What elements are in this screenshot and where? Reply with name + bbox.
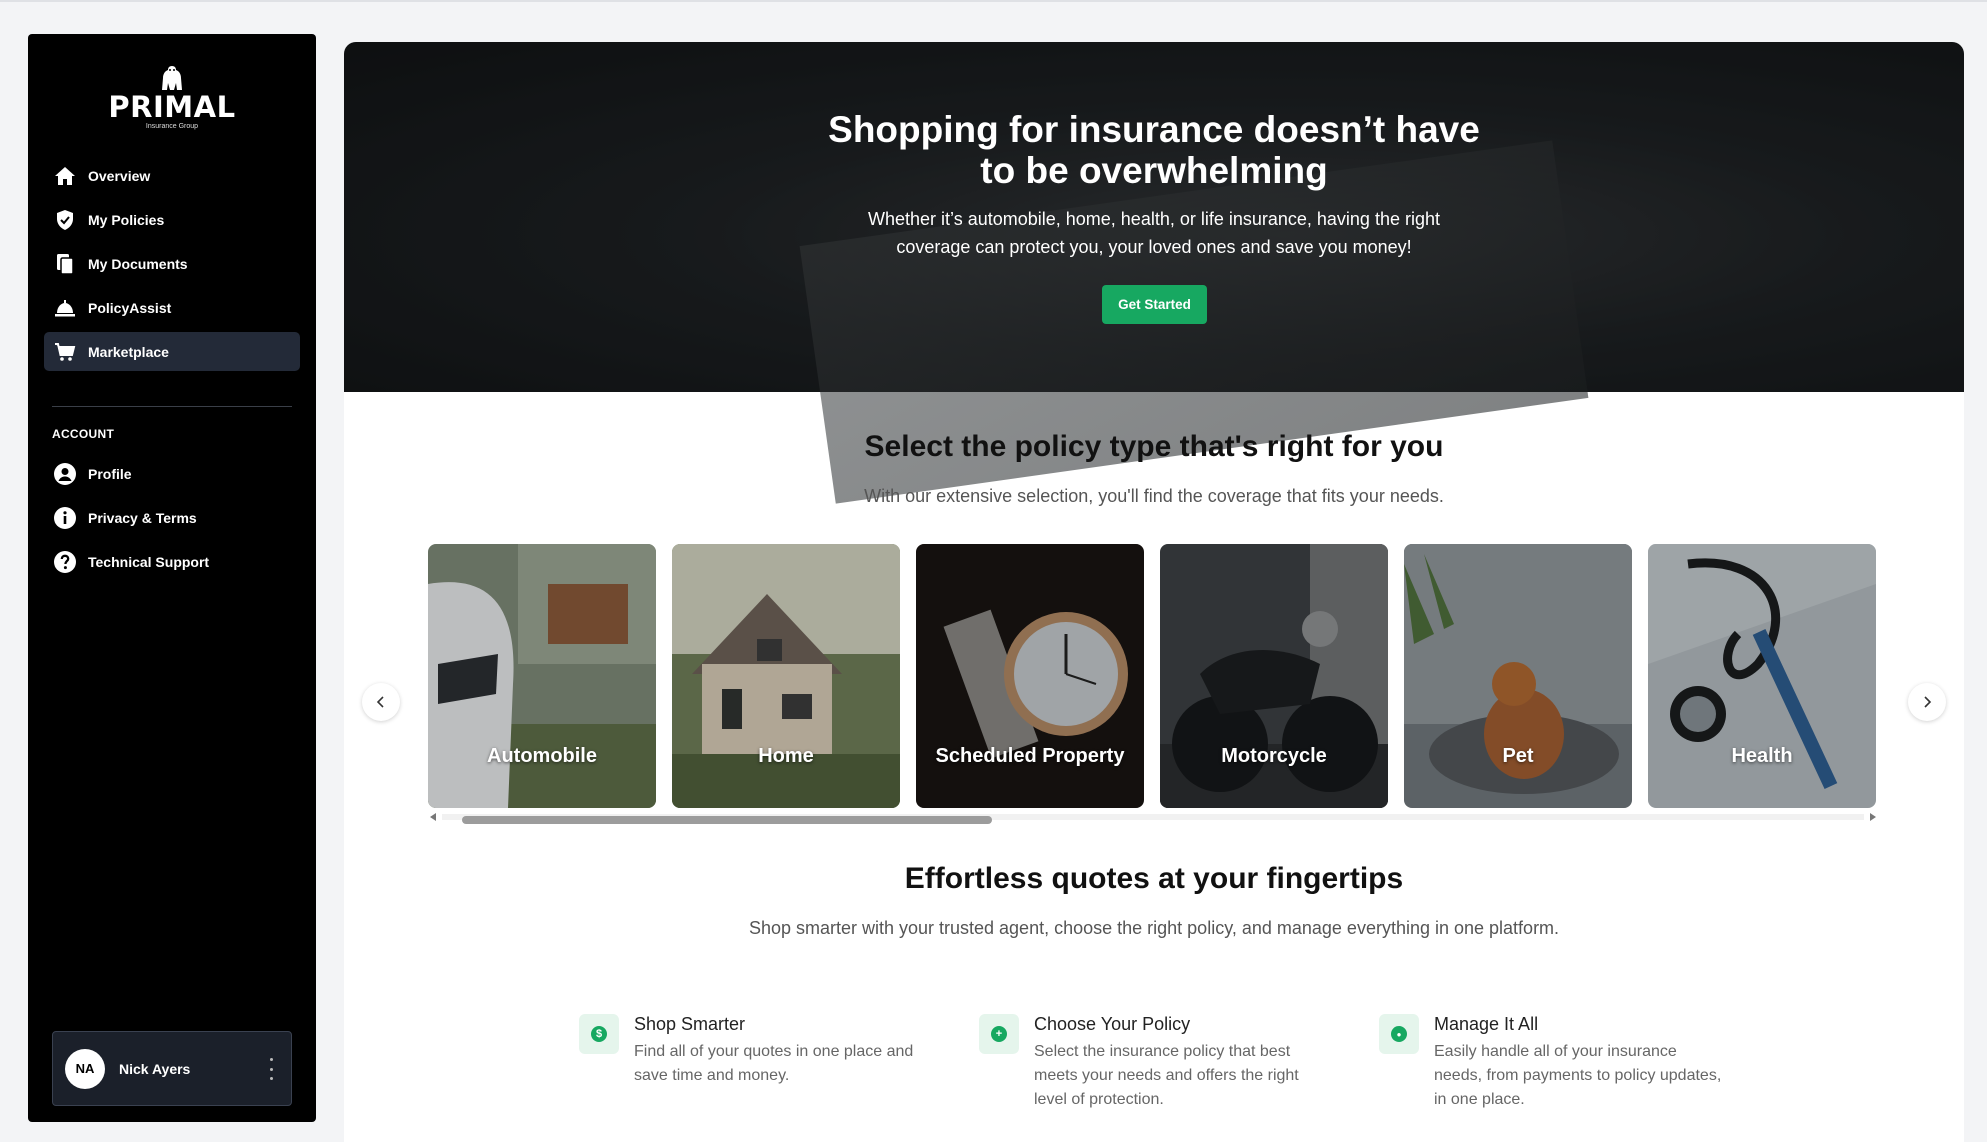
nav-item-overview[interactable]: Overview [44,156,300,195]
nav-label: My Policies [88,211,165,228]
more-options-icon[interactable] [265,1058,277,1080]
service-bell-icon [52,295,78,321]
feature-title: Shop Smarter [634,1014,746,1034]
nav-item-privacy-terms[interactable]: Privacy & Terms [44,498,300,537]
sidebar-divider [52,406,292,407]
get-started-button[interactable]: Get Started [1102,285,1207,324]
account-nav: Profile Privacy & Terms Technical Suppor… [44,454,300,586]
carousel-prev-button[interactable] [362,683,400,721]
home-image [672,544,900,808]
feature-icon-glyph: $ [591,1026,607,1042]
nav-label: Privacy & Terms [88,509,197,526]
policy-section-title: Select the policy type that's right for … [864,430,1444,463]
hero-title-line: to be overwhelming [980,150,1328,191]
user-icon: ● [1379,1014,1419,1054]
policy-card-health[interactable]: Health [1648,544,1876,808]
motorcycle-image [1160,544,1388,808]
feature-icon-glyph: ● [1391,1026,1407,1042]
sidebar: PRIMAL Insurance Group Overview My Polic… [28,34,316,1122]
policy-card-motorcycle[interactable]: Motorcycle [1160,544,1388,808]
feature-title: Choose Your Policy [1034,1014,1191,1034]
shield-icon [52,207,78,233]
automobile-image [428,544,656,808]
account-section-title: ACCOUNT [52,427,115,441]
help-icon [52,549,78,575]
nav-label: My Documents [88,255,188,272]
hero-banner: Shopping for insurance doesn’t have to b… [344,42,1964,504]
feature-description: Easily handle all of your insurance need… [1434,1043,1722,1108]
nav-item-policyassist[interactable]: PolicyAssist [44,288,300,327]
nav-label: Overview [88,167,151,184]
nav-item-my-policies[interactable]: My Policies [44,200,300,239]
nav-label: PolicyAssist [88,299,172,316]
chevron-right-icon [1924,696,1932,708]
avatar: NA [65,1048,105,1089]
scrollbar-track [442,814,1864,824]
home-icon [52,163,78,189]
card-label: Automobile [487,745,597,767]
user-name: Nick Ayers [119,1060,191,1077]
user-card[interactable]: NA Nick Ayers [52,1031,292,1106]
window-top-border [0,0,1987,2]
hero-subtitle-line: Whether it’s automobile, home, health, o… [868,209,1440,229]
hero-title-line: Shopping for insurance doesn’t have [828,109,1480,150]
nav-label: Marketplace [88,343,169,360]
main-nav: Overview My Policies My Documents Policy… [44,156,300,376]
user-circle-icon [52,461,78,487]
nav-label: Technical Support [88,553,210,570]
feature-icon-glyph: + [991,1026,1007,1042]
policy-card-pet[interactable]: Pet [1404,544,1632,808]
carousel-next-button[interactable] [1908,683,1946,721]
info-icon [52,505,78,531]
hero-subtitle-line: coverage can protect you, your loved one… [896,237,1412,257]
policy-carousel: Automobile Home Scheduled Property Motor… [428,544,1878,808]
quotes-section-title: Effortless quotes at your fingertips [904,862,1404,895]
main-content: Shopping for insurance doesn’t have to b… [344,42,1964,1142]
scrollbar-thumb[interactable] [462,816,992,824]
feature-description: Find all of your quotes in one place and… [634,1043,914,1084]
brand-tagline: Insurance Group [145,123,199,130]
card-label: Health [1731,745,1793,767]
brand-logo[interactable]: PRIMAL Insurance Group [28,64,316,132]
hero-subtitle: Whether it’s automobile, home, health, o… [344,205,1964,261]
nav-label: Profile [88,465,132,482]
card-label: Pet [1502,745,1534,767]
scroll-left-arrow-icon[interactable] [430,813,436,821]
dollar-icon: $ [579,1014,619,1054]
nav-item-technical-support[interactable]: Technical Support [44,542,300,581]
card-label: Home [758,745,814,767]
watch-image [916,544,1144,808]
nav-item-marketplace[interactable]: Marketplace [44,332,300,371]
documents-icon [52,251,78,277]
card-label: Scheduled Property [935,745,1125,767]
pet-image [1404,544,1632,808]
policy-card-automobile[interactable]: Automobile [428,544,656,808]
plus-icon: + [979,1014,1019,1054]
nav-item-my-documents[interactable]: My Documents [44,244,300,283]
feature-title: Manage It All [1434,1014,1539,1034]
feature-description: Select the insurance policy that best me… [1034,1043,1299,1108]
cart-icon [52,339,78,365]
quotes-section-subtitle: Shop smarter with your trusted agent, ch… [748,918,1560,938]
policy-card-home[interactable]: Home [672,544,900,808]
card-label: Motorcycle [1221,745,1327,767]
carousel-scrollbar[interactable] [428,811,1878,824]
nav-item-profile[interactable]: Profile [44,454,300,493]
chevron-left-icon [376,696,384,708]
policy-section-subtitle: With our extensive selection, you'll fin… [864,486,1444,506]
policy-card-scheduled-property[interactable]: Scheduled Property [916,544,1144,808]
scroll-right-arrow-icon[interactable] [1870,813,1876,821]
brand-name: PRIMAL [108,90,236,124]
hero-title: Shopping for insurance doesn’t have to b… [344,109,1964,191]
stethoscope-image [1648,544,1876,808]
